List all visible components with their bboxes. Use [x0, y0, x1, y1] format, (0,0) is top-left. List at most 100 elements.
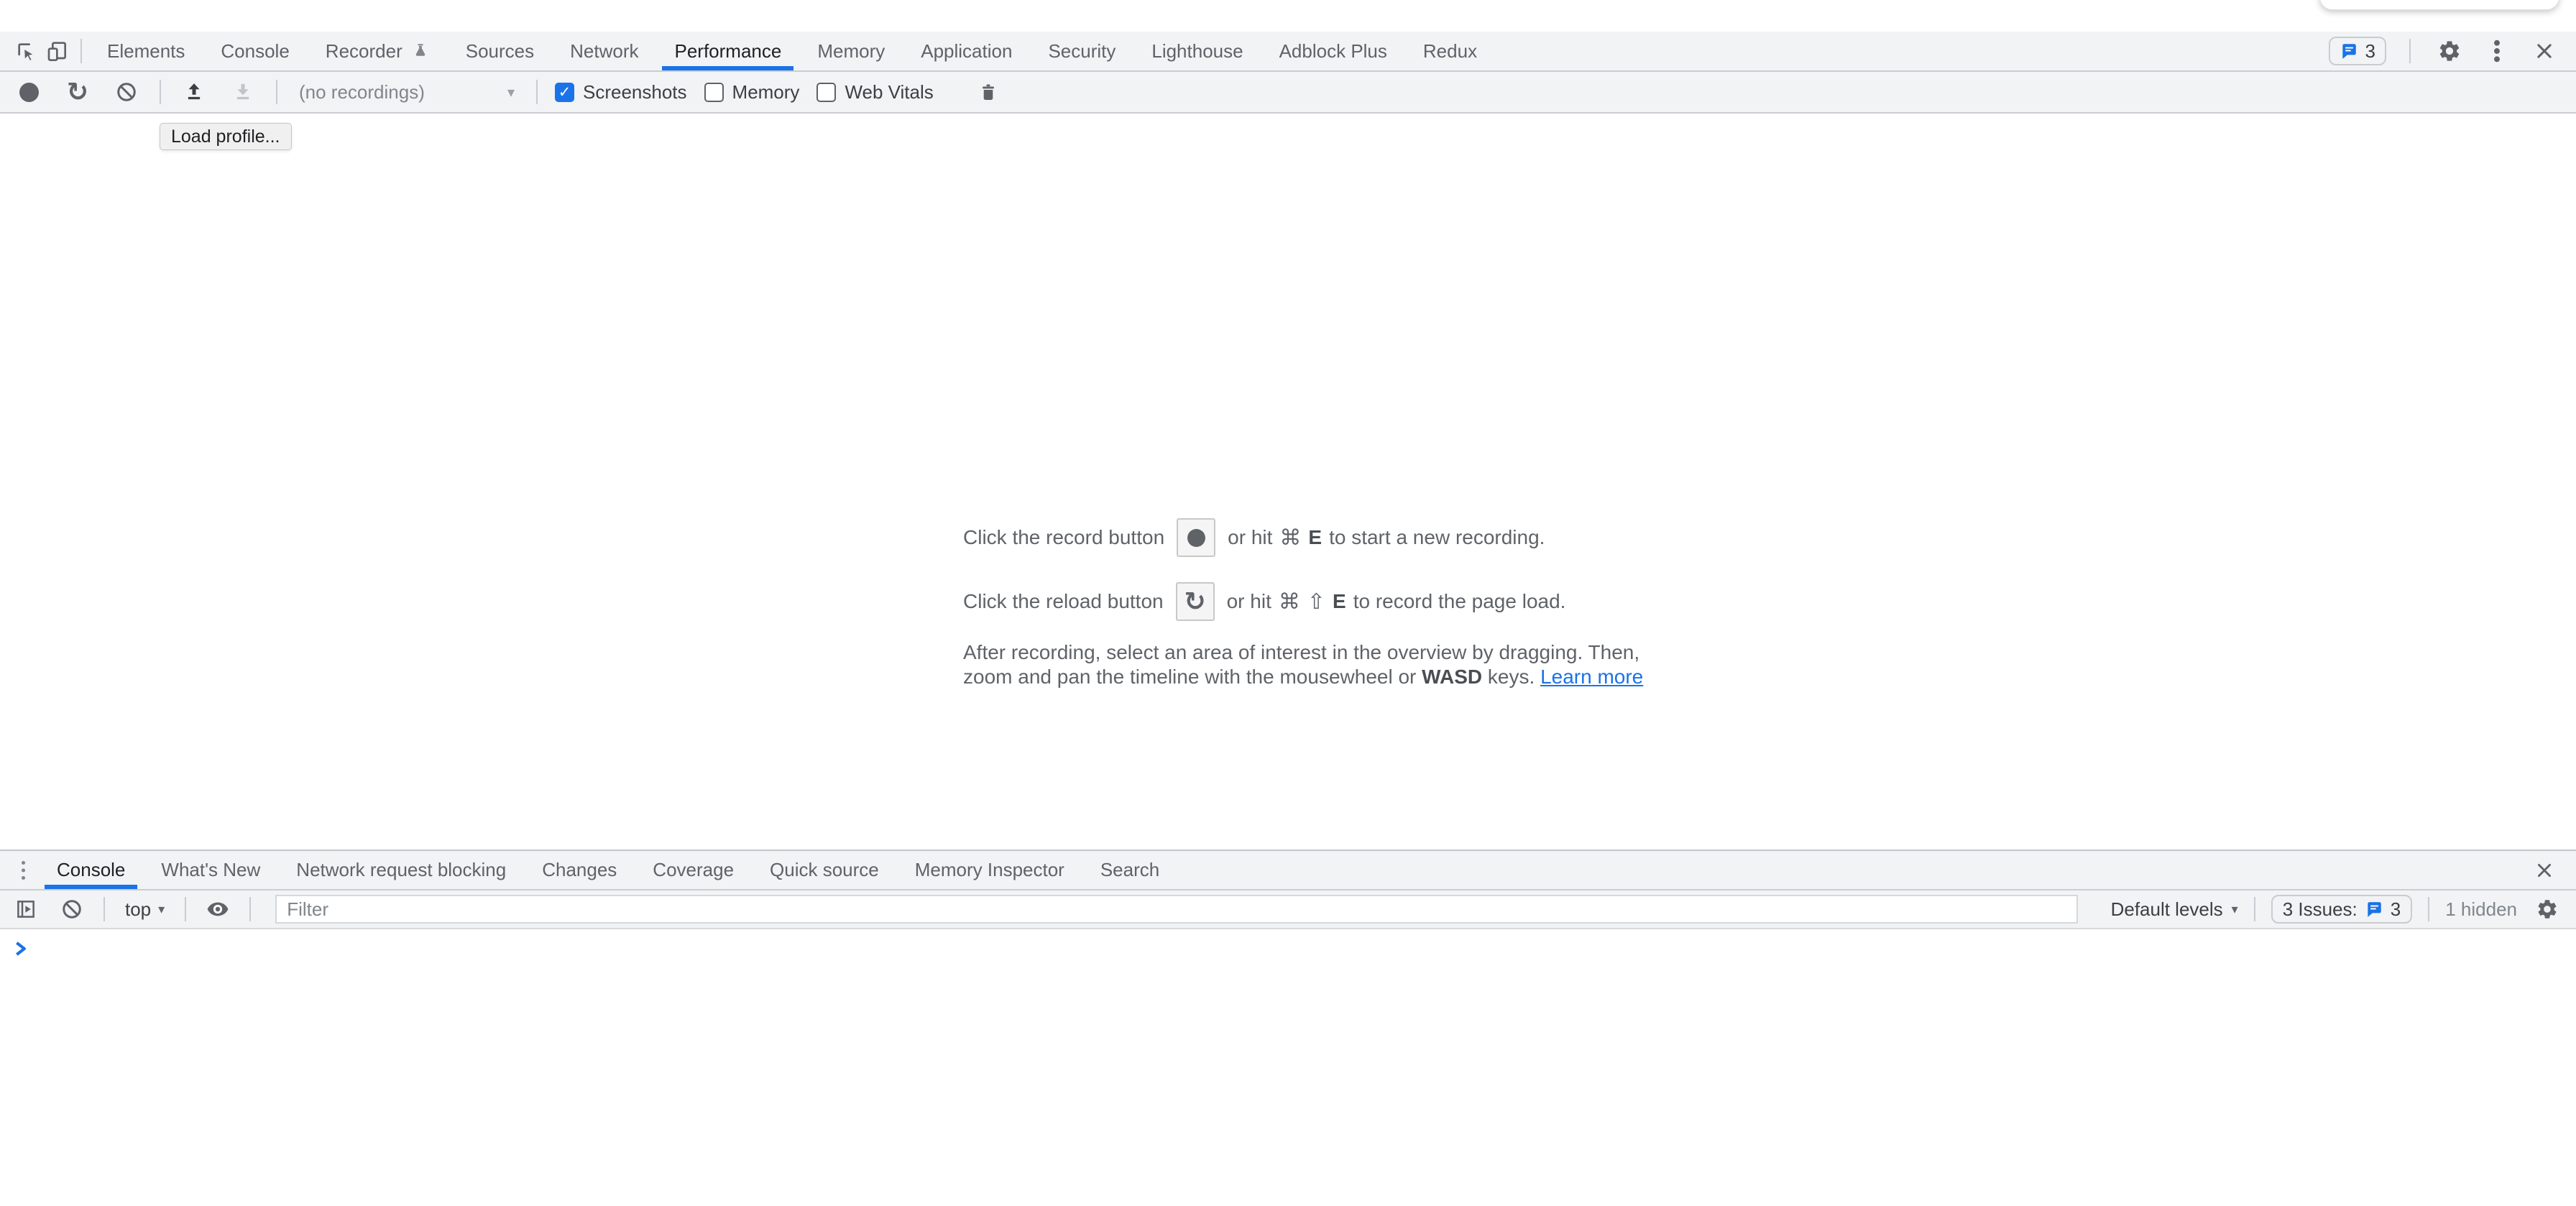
reload-icon: ↻ [67, 79, 88, 105]
tab-elements[interactable]: Elements [89, 32, 203, 70]
load-profile-button[interactable] [178, 76, 210, 108]
upload-icon [183, 81, 205, 103]
drawer-tab-console[interactable]: Console [39, 851, 143, 889]
drawer-tabbar: Console What's New Network request block… [0, 851, 2576, 890]
console-prompt[interactable] [0, 929, 2576, 958]
performance-empty-state: Click the record button or hit ⌘ E to st… [963, 517, 1643, 689]
tab-adblock-plus[interactable]: Adblock Plus [1261, 32, 1405, 70]
console-sidebar-toggle-button[interactable] [10, 893, 42, 925]
tab-application[interactable]: Application [903, 32, 1030, 70]
record-icon [1187, 529, 1205, 547]
performance-toolbar: ↻ (no recordings) ▾ ✓ Screenshots Memory… [0, 72, 2576, 114]
e-key: E [1308, 526, 1322, 549]
page-top-strip [0, 0, 2576, 32]
close-drawer-button[interactable] [2529, 855, 2560, 886]
flask-icon [411, 42, 430, 60]
inspect-element-button[interactable] [10, 35, 42, 67]
clear-console-button[interactable] [56, 893, 88, 925]
close-icon [2535, 861, 2554, 880]
drawer-tab-coverage[interactable]: Coverage [635, 851, 752, 889]
chevron-down-icon: ▾ [507, 83, 515, 101]
console-issues-button[interactable]: 3 Issues: 3 [2271, 895, 2413, 924]
web-vitals-checkbox-group[interactable]: Web Vitals [816, 81, 933, 103]
tab-security[interactable]: Security [1030, 32, 1133, 70]
learn-more-link[interactable]: Learn more [1540, 666, 1643, 688]
devtools-tabbar: Elements Console Recorder Sources Networ… [0, 32, 2576, 72]
clear-ban-icon [61, 898, 83, 920]
tab-lighthouse[interactable]: Lighthouse [1133, 32, 1261, 70]
memory-label[interactable]: Memory [732, 81, 800, 103]
drawer-tab-quick-source[interactable]: Quick source [752, 851, 897, 889]
toolbar-divider [536, 80, 538, 104]
console-toolbar-right: Default levels ▾ 3 Issues: 3 1 hidden [2111, 893, 2576, 925]
record-button-illustration[interactable] [1177, 518, 1215, 557]
toolbar-divider [80, 39, 82, 63]
drawer-tab-changes[interactable]: Changes [524, 851, 635, 889]
device-toolbar-button[interactable] [42, 35, 73, 67]
console-toolbar: top ▾ Default levels ▾ 3 Issues: [0, 890, 2576, 929]
create-live-expression-button[interactable] [202, 893, 234, 925]
drawer-tab-search[interactable]: Search [1082, 851, 1177, 889]
issues-counter-button[interactable]: 3 [2329, 37, 2386, 65]
reload-icon: ↻ [1184, 589, 1206, 614]
chevron-down-icon: ▾ [158, 902, 165, 917]
download-icon [232, 81, 254, 103]
tab-redux[interactable]: Redux [1405, 32, 1495, 70]
gear-icon [2536, 898, 2559, 921]
drawer-tab-network-request-blocking[interactable]: Network request blocking [278, 851, 524, 889]
load-profile-tooltip: Load profile... [160, 123, 292, 150]
e-key: E [1333, 590, 1346, 613]
help-line-2: zoom and pan the timeline with the mouse… [963, 665, 1643, 689]
tab-recorder[interactable]: Recorder [308, 32, 448, 70]
recordings-select[interactable]: (no recordings) ▾ [299, 81, 515, 103]
console-filter-input[interactable] [275, 895, 2077, 924]
close-icon [2534, 41, 2554, 61]
settings-button[interactable] [2434, 35, 2465, 67]
drawer-tabs: Console What's New Network request block… [39, 851, 1177, 889]
save-profile-button[interactable] [227, 76, 259, 108]
issues-bubble-icon [2365, 900, 2383, 919]
console-settings-button[interactable] [2531, 893, 2563, 925]
drawer-tab-memory-inspector[interactable]: Memory Inspector [897, 851, 1082, 889]
screenshots-label[interactable]: Screenshots [583, 81, 687, 103]
console-messages-area [0, 929, 2576, 1206]
toolbar-divider [104, 897, 105, 921]
web-vitals-checkbox[interactable] [816, 83, 836, 102]
record-icon [19, 83, 39, 102]
close-devtools-button[interactable] [2529, 35, 2560, 67]
javascript-context-select[interactable]: top ▾ [121, 898, 169, 921]
log-levels-select[interactable]: Default levels ▾ [2111, 898, 2238, 921]
issues-count: 3 [2365, 40, 2375, 63]
drawer-tab-whats-new[interactable]: What's New [143, 851, 278, 889]
garbage-collect-button[interactable] [972, 76, 1004, 108]
tab-memory[interactable]: Memory [799, 32, 903, 70]
clear-button[interactable] [111, 76, 142, 108]
eye-icon [206, 898, 229, 921]
tab-sources[interactable]: Sources [448, 32, 552, 70]
drawer: Console What's New Network request block… [0, 850, 2576, 1206]
command-key-icon: ⌘ [1279, 589, 1300, 614]
console-issues-count: 3 [2391, 898, 2401, 921]
record-button[interactable] [13, 76, 45, 108]
reload-button-illustration[interactable]: ↻ [1176, 582, 1215, 621]
screenshots-checkbox[interactable]: ✓ [555, 83, 574, 102]
screenshots-checkbox-group[interactable]: ✓ Screenshots [555, 81, 687, 103]
kebab-menu-icon [2493, 39, 2501, 63]
toolbar-divider [160, 80, 161, 104]
memory-checkbox[interactable] [704, 83, 724, 102]
trash-icon [978, 81, 998, 103]
show-console-sidebar-icon [15, 898, 37, 920]
drawer-menu-button[interactable] [16, 855, 30, 886]
popup-remnant [2319, 0, 2559, 10]
record-reload-button[interactable]: ↻ [62, 76, 93, 108]
hidden-messages-label: 1 hidden [2445, 898, 2517, 921]
toolbar-divider [249, 897, 251, 921]
tab-console[interactable]: Console [203, 32, 307, 70]
kebab-menu-icon [20, 860, 27, 881]
inspect-cursor-icon [14, 40, 37, 63]
more-options-button[interactable] [2481, 35, 2513, 67]
memory-checkbox-group[interactable]: Memory [704, 81, 800, 103]
tab-performance[interactable]: Performance [656, 32, 799, 70]
tab-network[interactable]: Network [552, 32, 656, 70]
web-vitals-label[interactable]: Web Vitals [845, 81, 933, 103]
